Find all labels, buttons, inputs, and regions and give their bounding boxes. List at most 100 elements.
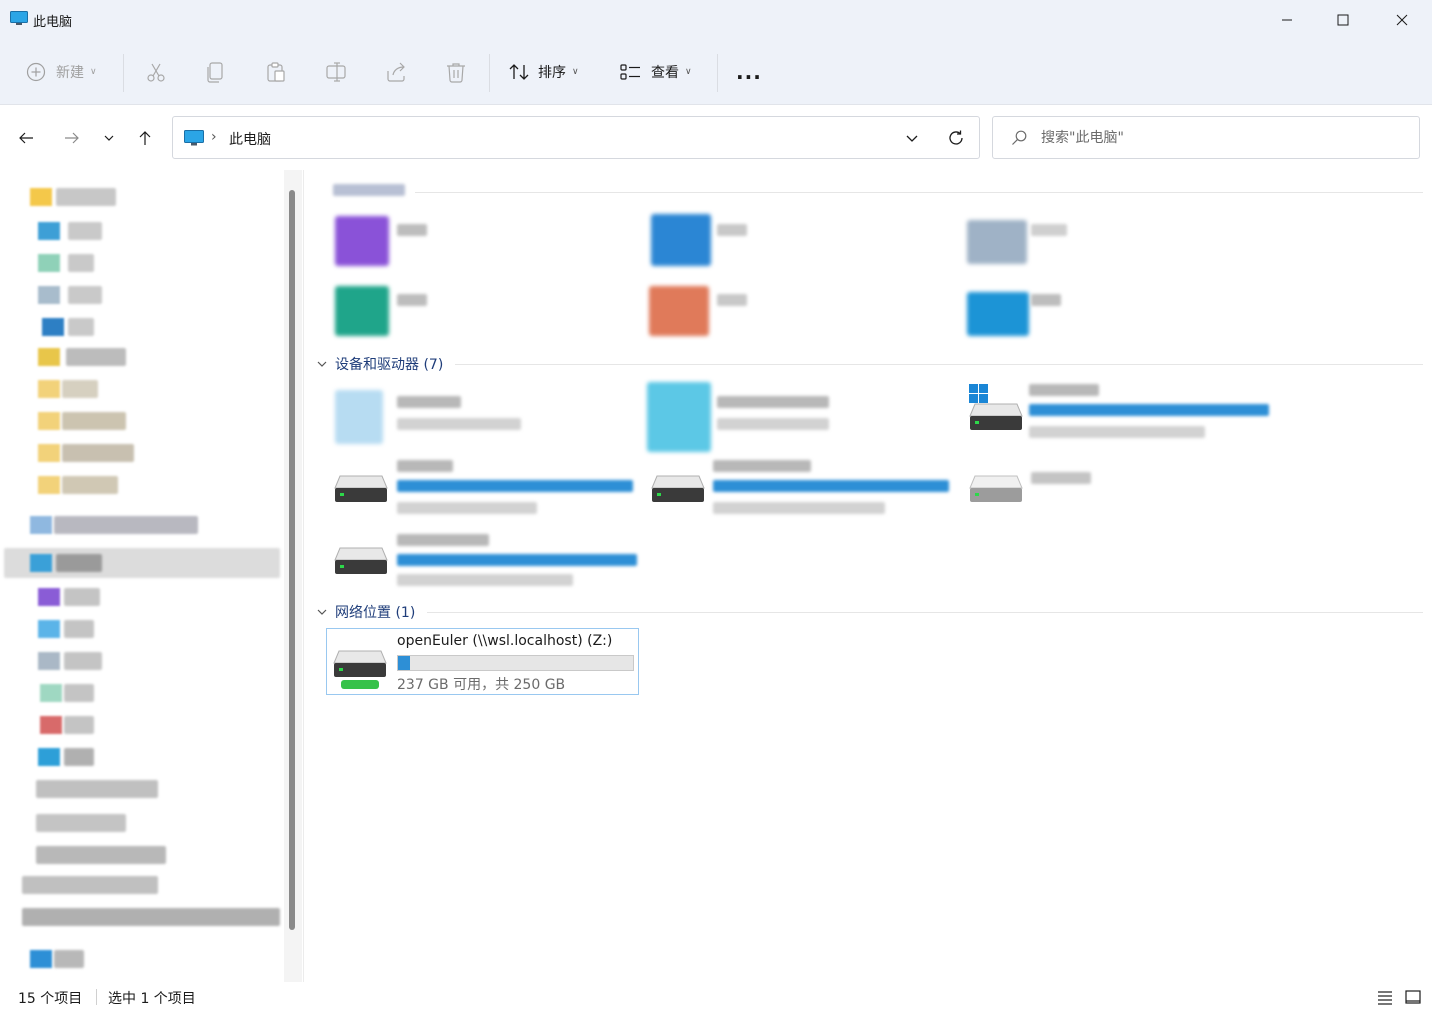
nav-item-obscured[interactable] bbox=[62, 444, 134, 462]
nav-item-obscured[interactable] bbox=[68, 222, 102, 240]
delete-button[interactable] bbox=[445, 53, 467, 91]
nav-item-obscured[interactable] bbox=[36, 780, 158, 798]
hard-drive-icon[interactable] bbox=[334, 474, 388, 504]
breadcrumb-this-pc[interactable]: 此电脑 bbox=[229, 129, 271, 149]
hard-drive-icon[interactable] bbox=[334, 546, 388, 576]
rename-button[interactable] bbox=[325, 53, 347, 91]
up-button[interactable] bbox=[131, 124, 159, 152]
network-drive-item[interactable]: openEuler (\\wsl.localhost) (Z:) 237 GB … bbox=[326, 628, 639, 695]
disc-drive-icon[interactable] bbox=[335, 390, 383, 444]
nav-item-obscured[interactable] bbox=[22, 908, 280, 926]
search-box[interactable] bbox=[992, 116, 1420, 159]
view-label: 查看 bbox=[651, 65, 679, 81]
drive-label-obscured[interactable] bbox=[713, 460, 811, 472]
nav-item-obscured[interactable] bbox=[62, 412, 126, 430]
drive-label-obscured[interactable] bbox=[397, 534, 489, 546]
drive-usage-bar-obscured[interactable] bbox=[1029, 404, 1269, 416]
back-button[interactable] bbox=[12, 124, 40, 152]
close-button[interactable] bbox=[1373, 0, 1431, 40]
media-drive-icon[interactable] bbox=[647, 382, 711, 452]
nav-item-obscured[interactable] bbox=[54, 516, 198, 534]
nav-scrollbar-thumb[interactable] bbox=[289, 190, 295, 930]
drive-info-obscured[interactable] bbox=[397, 418, 521, 430]
nav-item-obscured[interactable] bbox=[62, 380, 98, 398]
recent-locations-button[interactable] bbox=[95, 124, 123, 152]
drive-usage-fill bbox=[398, 656, 411, 670]
nav-item-obscured[interactable] bbox=[64, 620, 94, 638]
chevron-down-icon bbox=[317, 609, 327, 615]
drive-label-obscured[interactable] bbox=[1031, 472, 1091, 484]
drive-label-obscured[interactable] bbox=[1029, 384, 1099, 396]
view-button[interactable]: 查看 ∨ bbox=[620, 53, 692, 91]
nav-item-obscured[interactable] bbox=[68, 254, 94, 272]
folder-label-obscured[interactable] bbox=[1031, 294, 1061, 306]
folder-icon[interactable] bbox=[651, 214, 711, 266]
share-button[interactable] bbox=[385, 53, 407, 91]
folder-icon[interactable] bbox=[649, 286, 709, 336]
nav-item-obscured[interactable] bbox=[66, 348, 126, 366]
more-options-button[interactable]: ... bbox=[736, 53, 762, 91]
forward-button[interactable] bbox=[58, 124, 86, 152]
drive-label-obscured[interactable] bbox=[397, 396, 461, 408]
nav-item-obscured[interactable] bbox=[56, 188, 116, 206]
copy-button[interactable] bbox=[205, 53, 227, 91]
nav-item-obscured[interactable] bbox=[64, 588, 100, 606]
drive-label-obscured[interactable] bbox=[717, 396, 829, 408]
large-icons-view-icon[interactable] bbox=[1404, 988, 1422, 1006]
folder-icon[interactable] bbox=[335, 286, 389, 336]
drive-info-obscured[interactable] bbox=[713, 502, 885, 514]
devices-section-header[interactable]: 设备和驱动器 (7) bbox=[315, 354, 443, 374]
drive-usage-bar bbox=[397, 655, 634, 671]
navigation-pane[interactable] bbox=[0, 170, 302, 982]
folder-label-obscured[interactable] bbox=[717, 224, 747, 236]
nav-item-obscured[interactable] bbox=[56, 554, 102, 572]
network-section-header[interactable]: 网络位置 (1) bbox=[315, 602, 415, 622]
removable-drive-icon[interactable] bbox=[969, 474, 1023, 504]
nav-item-obscured[interactable] bbox=[36, 846, 166, 864]
content-area[interactable]: 设备和驱动器 (7) 网络位置 (1) bbox=[305, 170, 1432, 982]
maximize-button[interactable] bbox=[1314, 0, 1372, 40]
drive-info-obscured[interactable] bbox=[397, 574, 573, 586]
folder-label-obscured[interactable] bbox=[397, 224, 427, 236]
sort-button[interactable]: 排序 ∨ bbox=[508, 53, 579, 91]
drive-usage-bar-obscured[interactable] bbox=[397, 554, 637, 566]
rename-icon bbox=[326, 62, 346, 82]
new-button[interactable]: 新建 ∨ bbox=[26, 53, 97, 91]
nav-item-obscured[interactable] bbox=[68, 286, 102, 304]
search-input[interactable] bbox=[1041, 127, 1401, 149]
nav-item-obscured[interactable] bbox=[64, 684, 94, 702]
hard-drive-icon[interactable] bbox=[651, 474, 705, 504]
nav-item-obscured[interactable] bbox=[54, 950, 84, 968]
paste-button[interactable] bbox=[265, 53, 287, 91]
drive-label-obscured[interactable] bbox=[397, 460, 453, 472]
folder-label-obscured[interactable] bbox=[717, 294, 747, 306]
details-view-icon[interactable] bbox=[1376, 988, 1394, 1006]
nav-item-obscured[interactable] bbox=[68, 318, 94, 336]
drive-info-obscured[interactable] bbox=[717, 418, 829, 430]
nav-item-obscured[interactable] bbox=[22, 876, 158, 894]
nav-item-obscured[interactable] bbox=[36, 814, 126, 832]
folder-icon[interactable] bbox=[335, 216, 389, 266]
drive-usage-bar-obscured[interactable] bbox=[713, 480, 949, 492]
address-bar[interactable]: › 此电脑 bbox=[172, 116, 980, 159]
nav-item-obscured[interactable] bbox=[64, 652, 102, 670]
folder-label-obscured[interactable] bbox=[1031, 224, 1067, 236]
nav-item-obscured[interactable] bbox=[64, 716, 94, 734]
pane-divider[interactable] bbox=[303, 170, 304, 982]
hard-drive-icon[interactable] bbox=[969, 402, 1023, 432]
section-header-obscured[interactable] bbox=[333, 184, 405, 196]
folder-icon bbox=[38, 444, 60, 462]
cut-button[interactable] bbox=[145, 53, 167, 91]
nav-item-obscured[interactable] bbox=[64, 748, 94, 766]
chevron-down-icon[interactable] bbox=[905, 131, 919, 145]
minimize-button[interactable] bbox=[1258, 0, 1316, 40]
folder-icon[interactable] bbox=[967, 292, 1029, 336]
folder-icon[interactable] bbox=[967, 220, 1027, 264]
drive-info-obscured[interactable] bbox=[1029, 426, 1205, 438]
breadcrumb-separator[interactable]: › bbox=[211, 129, 217, 145]
folder-label-obscured[interactable] bbox=[397, 294, 427, 306]
refresh-icon[interactable] bbox=[947, 129, 965, 147]
nav-item-obscured[interactable] bbox=[62, 476, 118, 494]
drive-info-obscured[interactable] bbox=[397, 502, 537, 514]
drive-usage-bar-obscured[interactable] bbox=[397, 480, 633, 492]
